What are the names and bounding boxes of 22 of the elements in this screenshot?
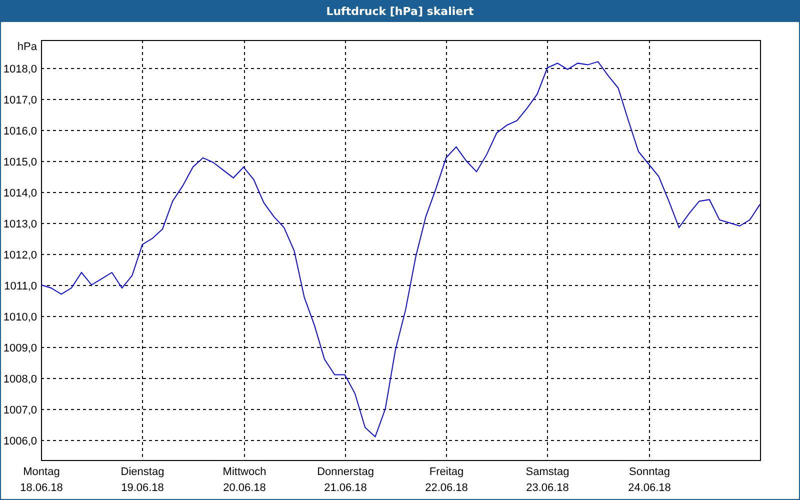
y-tick-label: 1009,0	[3, 342, 37, 354]
y-tick-label: 1010,0	[3, 312, 37, 324]
y-tick-label: 1006,0	[3, 436, 37, 448]
window-title: Luftdruck [hPa] skaliert	[1, 0, 799, 22]
y-tick-label: 1014,0	[3, 188, 37, 200]
x-tick-label: Dienstag 19.06.18	[120, 465, 166, 496]
y-axis-label: hPa	[17, 41, 37, 53]
x-tick-label: Montag 18.06.18	[19, 465, 64, 496]
y-tick-label: 1007,0	[3, 404, 37, 416]
x-tick-label: Donnerstag 21.06.18	[316, 465, 375, 496]
y-tick-label: 1016,0	[3, 126, 37, 138]
y-tick-label: 1017,0	[3, 94, 37, 106]
x-tick-label: Samstag 23.06.18	[524, 465, 570, 496]
x-tick-label: Freitag 22.06.18	[424, 465, 469, 496]
y-tick-label: 1012,0	[3, 250, 37, 262]
y-tick-label: 1013,0	[3, 218, 37, 230]
y-tick-label: 1008,0	[3, 374, 37, 386]
y-tick-label: 1015,0	[3, 156, 37, 168]
y-tick-label: 1018,0	[3, 64, 37, 76]
x-tick-label: Sonntag 24.06.18	[627, 465, 672, 496]
y-tick-label: 1011,0	[4, 280, 37, 292]
x-tick-label: Mittwoch 20.06.18	[222, 465, 268, 496]
